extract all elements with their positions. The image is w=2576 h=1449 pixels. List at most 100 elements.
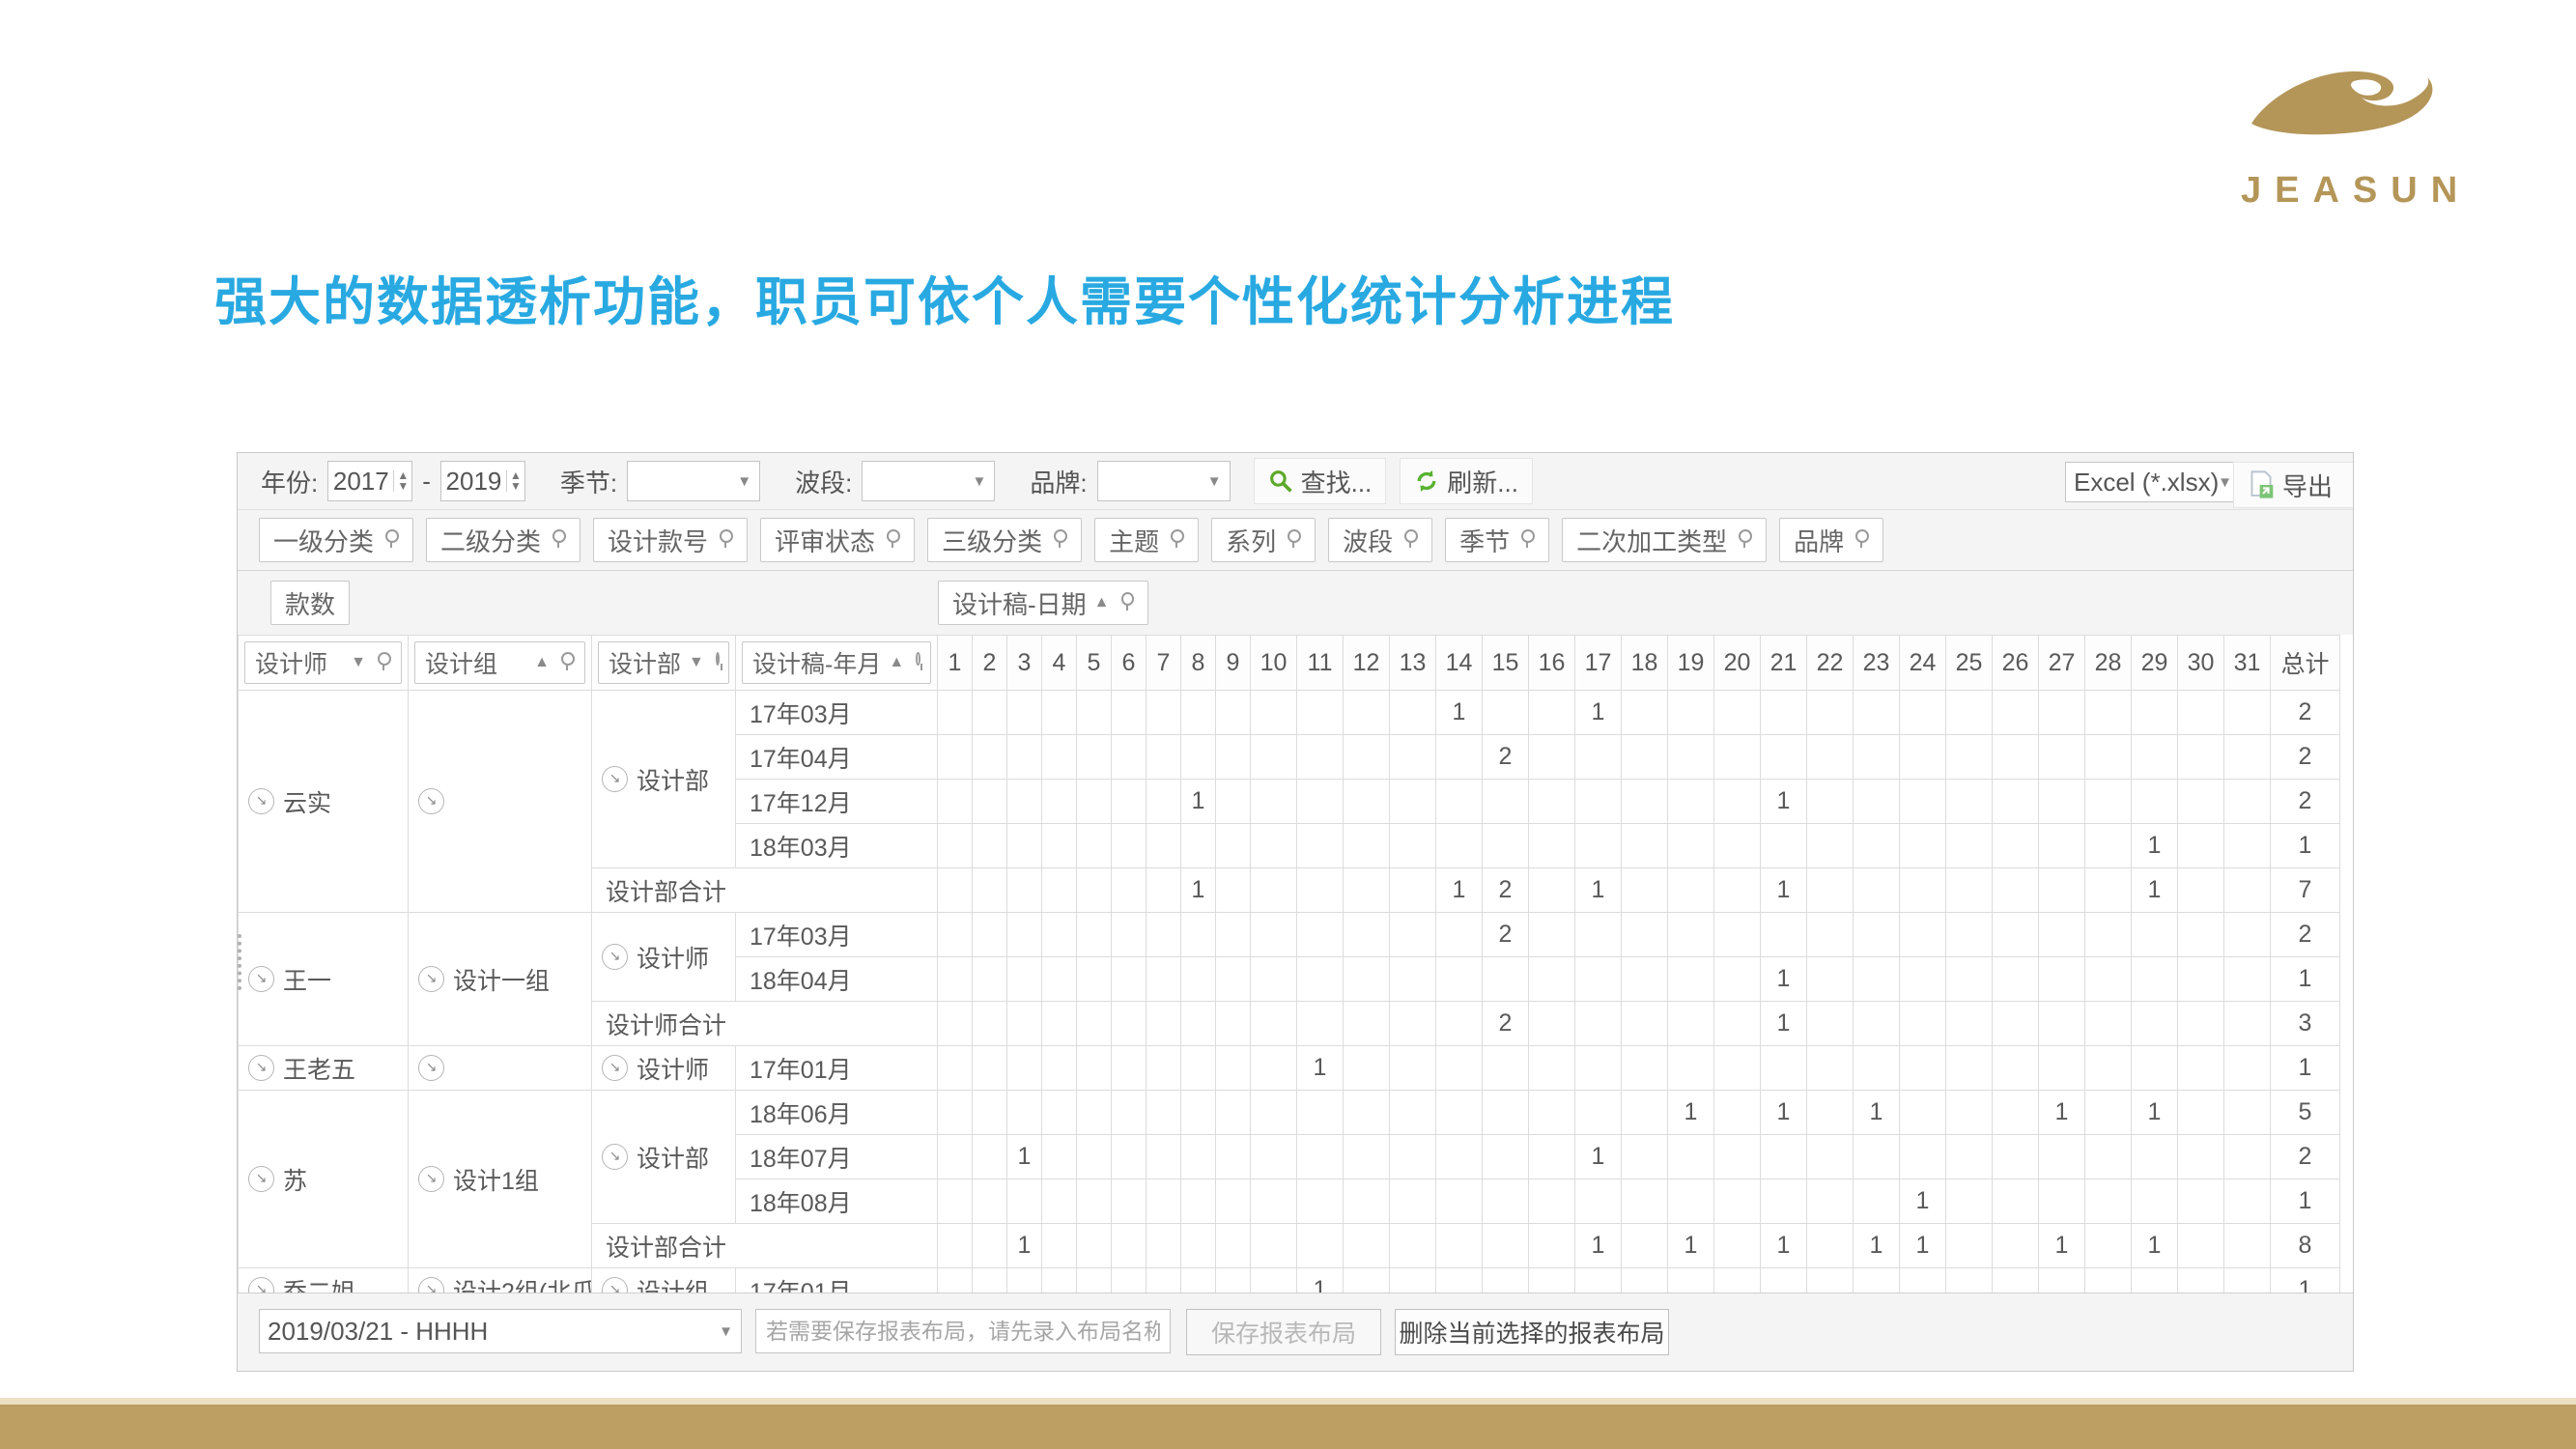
day-column-header[interactable]: 11 xyxy=(1297,636,1344,691)
collapse-icon[interactable]: ↘ xyxy=(602,944,628,970)
filter-field-chip[interactable]: 三级分类 xyxy=(927,518,1082,562)
collapse-icon[interactable]: ↘ xyxy=(602,766,628,792)
collapse-icon[interactable]: ↘ xyxy=(248,1277,274,1293)
pivot-value-cell xyxy=(1668,1179,1714,1224)
day-column-header[interactable]: 29 xyxy=(2132,636,2178,691)
filter-field-chip[interactable]: 二次加工类型 xyxy=(1562,518,1767,562)
day-column-header[interactable]: 1 xyxy=(938,636,973,691)
pivot-value-cell xyxy=(1993,735,2039,780)
day-column-header[interactable]: 17 xyxy=(1575,636,1622,691)
row-field-设计组[interactable]: 设计组▲ xyxy=(414,641,585,684)
row-field-设计稿-年月[interactable]: 设计稿-年月▲ xyxy=(742,641,931,684)
filter-pin-icon xyxy=(887,529,900,543)
day-column-header[interactable]: 20 xyxy=(1714,636,1761,691)
collapse-icon[interactable]: ↘ xyxy=(418,1277,444,1293)
pivot-row: ↘王老五↘↘设计师17年01月11 xyxy=(239,1046,2340,1091)
day-column-header[interactable]: 9 xyxy=(1216,636,1251,691)
pivot-value-cell xyxy=(1946,913,1993,957)
collapse-icon[interactable]: ↘ xyxy=(248,966,274,992)
pivot-value-cell xyxy=(2085,824,2132,868)
pivot-value-cell xyxy=(1668,1002,1714,1046)
filter-field-chip[interactable]: 一级分类 xyxy=(259,518,413,562)
pivot-subtotal-label: 设计师合计 xyxy=(592,1002,938,1046)
filter-field-chip[interactable]: 系列 xyxy=(1211,518,1316,562)
day-column-header[interactable]: 14 xyxy=(1436,636,1483,691)
day-column-header[interactable]: 27 xyxy=(2039,636,2085,691)
collapse-icon[interactable]: ↘ xyxy=(418,966,444,992)
day-column-header[interactable]: 13 xyxy=(1390,636,1436,691)
collapse-icon[interactable]: ↘ xyxy=(602,1144,628,1170)
day-column-header[interactable]: 31 xyxy=(2224,636,2271,691)
day-column-header[interactable]: 7 xyxy=(1146,636,1181,691)
day-column-header[interactable]: 23 xyxy=(1854,636,1900,691)
filter-field-chip[interactable]: 设计款号 xyxy=(593,518,748,562)
filter-field-chip[interactable]: 季节 xyxy=(1445,518,1549,562)
filter-field-chip[interactable]: 二级分类 xyxy=(426,518,580,562)
export-button[interactable]: 导出 xyxy=(2233,462,2354,508)
filter-field-chip[interactable]: 评审状态 xyxy=(760,518,915,562)
day-column-header[interactable]: 30 xyxy=(2178,636,2224,691)
day-column-header[interactable]: 15 xyxy=(1483,636,1529,691)
day-column-header[interactable]: 26 xyxy=(1993,636,2039,691)
sort-desc-icon: ▼ xyxy=(351,654,366,671)
collapse-icon[interactable]: ↘ xyxy=(602,1277,628,1293)
day-column-header[interactable]: 21 xyxy=(1761,636,1807,691)
day-column-header[interactable]: 19 xyxy=(1668,636,1714,691)
day-column-header[interactable]: 18 xyxy=(1622,636,1668,691)
data-field-chip[interactable]: 款数 xyxy=(270,581,350,625)
year-from-input[interactable]: 2017 ▲▼ xyxy=(327,461,412,501)
day-column-header[interactable]: 3 xyxy=(1007,636,1042,691)
save-layout-button[interactable]: 保存报表布局 xyxy=(1186,1309,1381,1355)
row-field-设计部[interactable]: 设计部▼ xyxy=(598,641,729,684)
column-field-chip[interactable]: 设计稿-日期 ▲ xyxy=(938,581,1148,625)
band-select[interactable]: ▼ xyxy=(862,461,995,501)
year-to-spinner[interactable]: ▲▼ xyxy=(506,470,524,492)
collapse-icon[interactable]: ↘ xyxy=(248,788,274,814)
filter-field-chip[interactable]: 主题 xyxy=(1094,518,1199,562)
year-from-spinner[interactable]: ▲▼ xyxy=(393,470,411,492)
day-column-header[interactable]: 22 xyxy=(1807,636,1854,691)
day-column-header[interactable]: 8 xyxy=(1181,636,1216,691)
splitter-handle[interactable] xyxy=(238,934,241,990)
collapse-icon[interactable]: ↘ xyxy=(418,1166,444,1192)
pivot-value-cell xyxy=(1622,913,1668,957)
filter-field-chip[interactable]: 品牌 xyxy=(1779,518,1883,562)
export-format-select[interactable]: Excel (*.xlsx) ▼ xyxy=(2065,462,2241,502)
layout-name-input[interactable] xyxy=(755,1309,1171,1353)
filter-field-chip[interactable]: 波段 xyxy=(1328,518,1432,562)
day-column-header[interactable]: 12 xyxy=(1344,636,1390,691)
collapse-icon[interactable]: ↘ xyxy=(248,1166,274,1192)
day-column-header[interactable]: 6 xyxy=(1112,636,1146,691)
row-field-设计师[interactable]: 设计师▼ xyxy=(244,641,402,684)
pivot-total-cell: 2 xyxy=(2271,735,2340,780)
pivot-value-cell xyxy=(1390,824,1436,868)
day-column-header[interactable]: 25 xyxy=(1946,636,1993,691)
day-column-header[interactable]: 10 xyxy=(1251,636,1297,691)
pivot-value-cell xyxy=(938,1046,973,1091)
filter-fields-row: 一级分类二级分类设计款号评审状态三级分类主题系列波段季节二次加工类型品牌 xyxy=(238,510,2353,571)
brand-select[interactable]: ▼ xyxy=(1097,461,1231,501)
day-column-header[interactable]: 16 xyxy=(1529,636,1575,691)
day-column-header[interactable]: 2 xyxy=(973,636,1007,691)
collapse-icon[interactable]: ↘ xyxy=(418,1055,444,1081)
pivot-value-cell xyxy=(2178,1268,2224,1294)
collapse-icon[interactable]: ↘ xyxy=(602,1055,628,1081)
pivot-value-cell xyxy=(973,691,1007,735)
year-to-input[interactable]: 2019 ▲▼ xyxy=(440,461,525,501)
collapse-icon[interactable]: ↘ xyxy=(418,788,444,814)
pivot-value-cell xyxy=(1761,1268,1807,1294)
refresh-button[interactable]: 刷新... xyxy=(1400,458,1533,504)
pivot-total-cell: 2 xyxy=(2271,691,2340,735)
day-column-header[interactable]: 24 xyxy=(1900,636,1946,691)
pivot-total-cell: 2 xyxy=(2271,1135,2340,1179)
layout-select[interactable]: 2019/03/21 - HHHH ▼ xyxy=(259,1309,742,1353)
search-button[interactable]: 查找... xyxy=(1254,458,1387,504)
season-select[interactable]: ▼ xyxy=(627,461,760,501)
day-column-header[interactable]: 28 xyxy=(2085,636,2132,691)
day-column-header[interactable]: 5 xyxy=(1077,636,1112,691)
delete-layout-button[interactable]: 删除当前选择的报表布局 xyxy=(1395,1309,1669,1355)
collapse-icon[interactable]: ↘ xyxy=(248,1055,274,1081)
pivot-value-cell xyxy=(938,735,973,780)
day-column-header[interactable]: 4 xyxy=(1042,636,1077,691)
pivot-dept-cell: ↘设计师 xyxy=(592,913,736,1002)
